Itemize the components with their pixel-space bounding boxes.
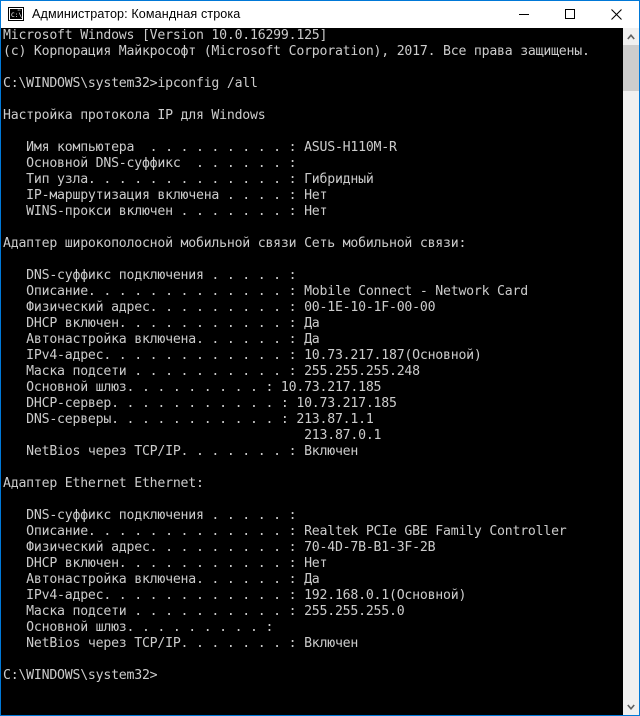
scrollbar-track[interactable]: [623, 45, 639, 698]
minimize-icon: [519, 14, 529, 15]
console-line: Автонастройка включена. . . . . . : Да: [3, 572, 320, 587]
console-area[interactable]: Microsoft Windows [Version 10.0.16299.12…: [1, 28, 639, 715]
console-line: IPv4-адрес. . . . . . . . . . . . : 192.…: [3, 588, 467, 603]
console-line: Маска подсети . . . . . . . . . . : 255.…: [3, 604, 405, 619]
scroll-down-button[interactable]: [623, 698, 639, 715]
console-line: Имя компьютера . . . . . . . . . : ASUS-…: [3, 140, 397, 155]
console-line: DNS-суффикс подключения . . . . . :: [3, 268, 297, 283]
maximize-icon: [565, 9, 575, 19]
console-line: DNS-суффикс подключения . . . . . :: [3, 508, 297, 523]
console-line: 213.87.0.1: [3, 428, 382, 443]
command-prompt-window: C:\ Администратор: Командная строка Micr…: [0, 0, 640, 716]
titlebar[interactable]: C:\ Администратор: Командная строка: [1, 0, 639, 28]
console-line: Автонастройка включена. . . . . . : Да: [3, 332, 320, 347]
console-line: Физический адрес. . . . . . . . . : 00-1…: [3, 300, 436, 315]
console-line: WINS-прокси включен . . . . . . . : Нет: [3, 204, 328, 219]
console-line: Описание. . . . . . . . . . . . . : Real…: [3, 524, 567, 539]
console-line: C:\WINDOWS\system32>: [3, 668, 158, 683]
console-line: DHCP-сервер. . . . . . . . . . . : 10.73…: [3, 396, 397, 411]
chevron-up-icon: [627, 33, 635, 40]
scroll-up-button[interactable]: [623, 28, 639, 45]
close-icon: [610, 8, 622, 20]
console-line: Microsoft Windows [Version 10.0.16299.12…: [3, 28, 328, 43]
console-line: Описание. . . . . . . . . . . . . : Mobi…: [3, 284, 528, 299]
minimize-button[interactable]: [501, 0, 547, 28]
console-icon: C:\: [8, 6, 24, 22]
console-line: DHCP включен. . . . . . . . . . . : Да: [3, 316, 320, 331]
close-button[interactable]: [593, 0, 639, 28]
console-line: Основной шлюз. . . . . . . . . :: [3, 620, 274, 635]
console-line: Основной шлюз. . . . . . . . . : 10.73.2…: [3, 380, 382, 395]
console-line: (c) Корпорация Майкрософт (Microsoft Cor…: [3, 44, 590, 59]
console-line: Адаптер Ethernet Ethernet:: [3, 476, 204, 491]
vertical-scrollbar[interactable]: [622, 28, 639, 715]
console-line: Основной DNS-суффикс . . . . . . :: [3, 156, 297, 171]
console-line: Настройка протокола IP для Windows: [3, 108, 266, 123]
console-line: Маска подсети . . . . . . . . . . : 255.…: [3, 364, 420, 379]
console-line: Физический адрес. . . . . . . . . : 70-4…: [3, 540, 436, 555]
console-line: Тип узла. . . . . . . . . . . . . : Гибр…: [3, 172, 374, 187]
console-line: NetBios через TCP/IP. . . . . . . : Вклю…: [3, 636, 359, 651]
console-line: DNS-серверы. . . . . . . . . . . : 213.8…: [3, 412, 374, 427]
console-output[interactable]: Microsoft Windows [Version 10.0.16299.12…: [1, 28, 622, 715]
console-line: C:\WINDOWS\system32>ipconfig /all: [3, 76, 258, 91]
console-line: Адаптер широкополосной мобильной связи С…: [3, 236, 467, 251]
maximize-button[interactable]: [547, 0, 593, 28]
console-line: IPv4-адрес. . . . . . . . . . . . : 10.7…: [3, 348, 482, 363]
console-line: DHCP включен. . . . . . . . . . . : Нет: [3, 556, 328, 571]
chevron-down-icon: [627, 703, 635, 710]
window-title: Администратор: Командная строка: [32, 6, 241, 21]
scrollbar-thumb[interactable]: [623, 45, 639, 91]
svg-text:C:\: C:\: [11, 12, 22, 19]
console-line: NetBios через TCP/IP. . . . . . . : Вклю…: [3, 444, 359, 459]
console-line: IP-маршрутизация включена . . . . : Нет: [3, 188, 328, 203]
